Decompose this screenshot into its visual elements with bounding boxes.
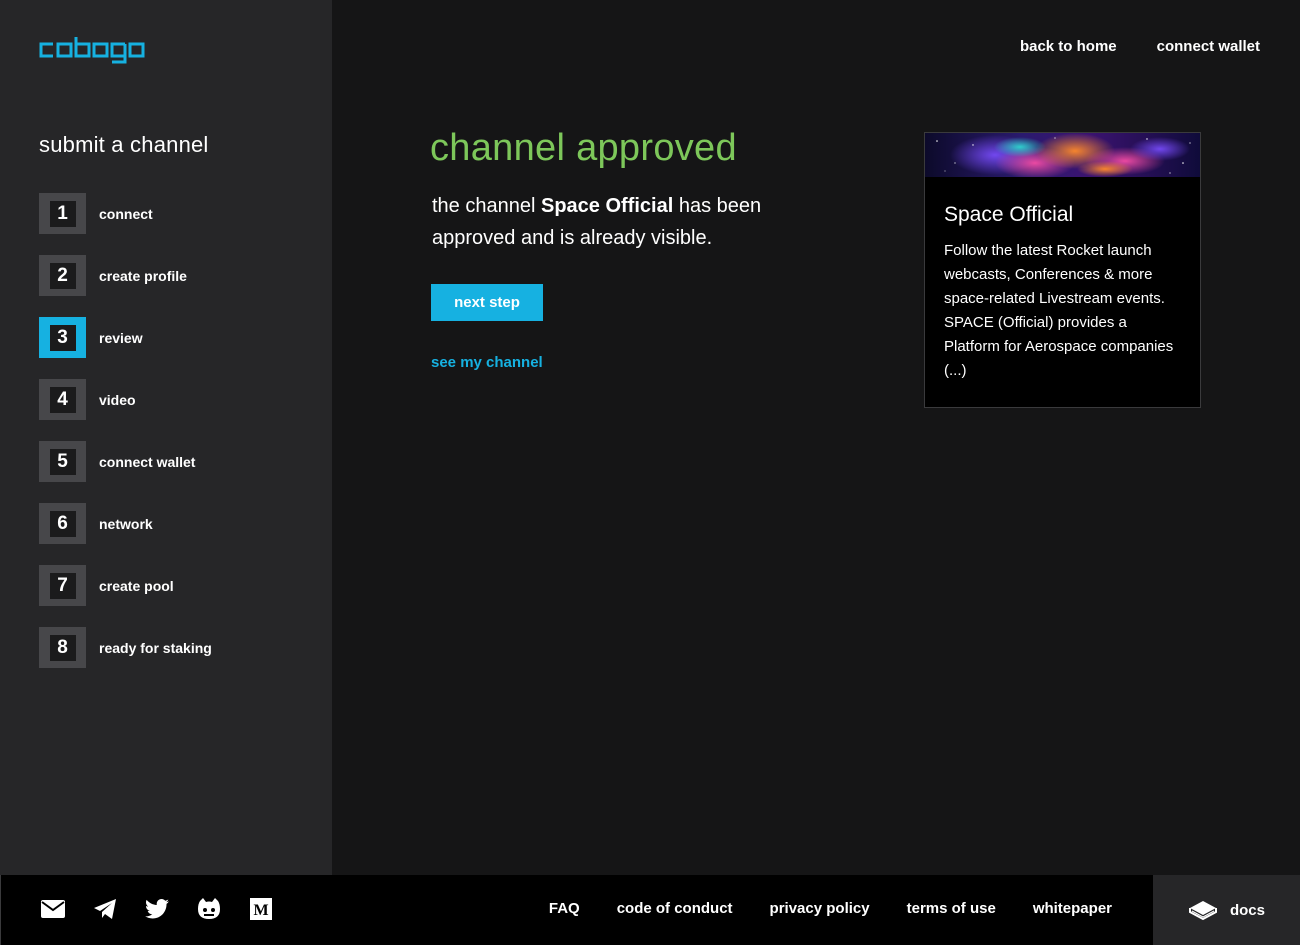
step-label: ready for staking [99, 639, 212, 656]
step-network[interactable]: 6 network [39, 503, 212, 544]
whitepaper-link[interactable]: whitepaper [1033, 900, 1112, 917]
step-label: create pool [99, 577, 174, 594]
faq-link[interactable]: FAQ [549, 900, 580, 917]
docs-label: docs [1229, 901, 1265, 919]
cobogo-logo[interactable] [39, 36, 160, 64]
code-of-conduct-link[interactable]: code of conduct [617, 900, 733, 917]
steps-list: 1 connect 2 create profile 3 review 4 vi… [39, 193, 212, 689]
privacy-policy-link[interactable]: privacy policy [770, 900, 870, 917]
approval-message: the channel Space Official has been appr… [432, 195, 762, 249]
mail-icon[interactable] [41, 897, 65, 921]
step-label: connect wallet [99, 453, 196, 470]
channel-banner-image [925, 133, 1200, 177]
step-video[interactable]: 4 video [39, 379, 212, 420]
step-create-profile[interactable]: 2 create profile [39, 255, 212, 296]
social-links: M [41, 897, 273, 921]
step-number: 2 [49, 262, 76, 289]
header-nav: back to home connect wallet [1020, 38, 1260, 55]
terms-of-use-link[interactable]: terms of use [907, 900, 996, 917]
connect-wallet-link[interactable]: connect wallet [1157, 38, 1260, 55]
telegram-icon[interactable] [93, 897, 117, 921]
footer: M FAQ code of conduct privacy policy ter… [0, 875, 1300, 945]
docs-button[interactable]: docs [1153, 875, 1300, 945]
step-label: create profile [99, 267, 187, 284]
medium-icon[interactable]: M [249, 897, 273, 921]
card-description: Follow the latest Rocket launch webcasts… [944, 242, 1174, 379]
step-review[interactable]: 3 review [39, 317, 212, 358]
step-number: 4 [49, 386, 76, 413]
footer-links: FAQ code of conduct privacy policy terms… [549, 900, 1112, 917]
step-ready-for-staking[interactable]: 8 ready for staking [39, 627, 212, 668]
step-number: 3 [49, 324, 76, 351]
channel-name: Space Official [540, 195, 674, 217]
step-create-pool[interactable]: 7 create pool [39, 565, 212, 606]
step-connect-wallet[interactable]: 5 connect wallet [39, 441, 212, 482]
main-content: channel approved the channel Space Offic… [430, 128, 850, 371]
step-number: 5 [49, 448, 76, 475]
step-connect[interactable]: 1 connect [39, 193, 212, 234]
see-my-channel-link[interactable]: see my channel [431, 354, 850, 371]
sidebar-title: submit a channel [39, 132, 209, 157]
back-to-home-link[interactable]: back to home [1020, 38, 1117, 55]
step-label: connect [99, 205, 153, 222]
step-number: 1 [49, 200, 76, 227]
svg-text:M: M [253, 902, 268, 919]
twitter-icon[interactable] [145, 897, 169, 921]
channel-card[interactable]: Space Official Follow the latest Rocket … [924, 132, 1201, 408]
sidebar: submit a channel 1 connect 2 create prof… [0, 0, 332, 875]
step-number: 8 [49, 634, 76, 661]
card-title: Space Official [944, 203, 1074, 226]
step-label: review [99, 329, 143, 346]
step-number: 7 [49, 572, 76, 599]
github-icon[interactable] [197, 897, 221, 921]
next-step-button[interactable]: next step [431, 284, 543, 321]
page-title: channel approved [430, 127, 737, 169]
step-number: 6 [49, 510, 76, 537]
step-label: network [99, 515, 153, 532]
step-label: video [99, 391, 136, 408]
book-icon [1188, 901, 1217, 921]
